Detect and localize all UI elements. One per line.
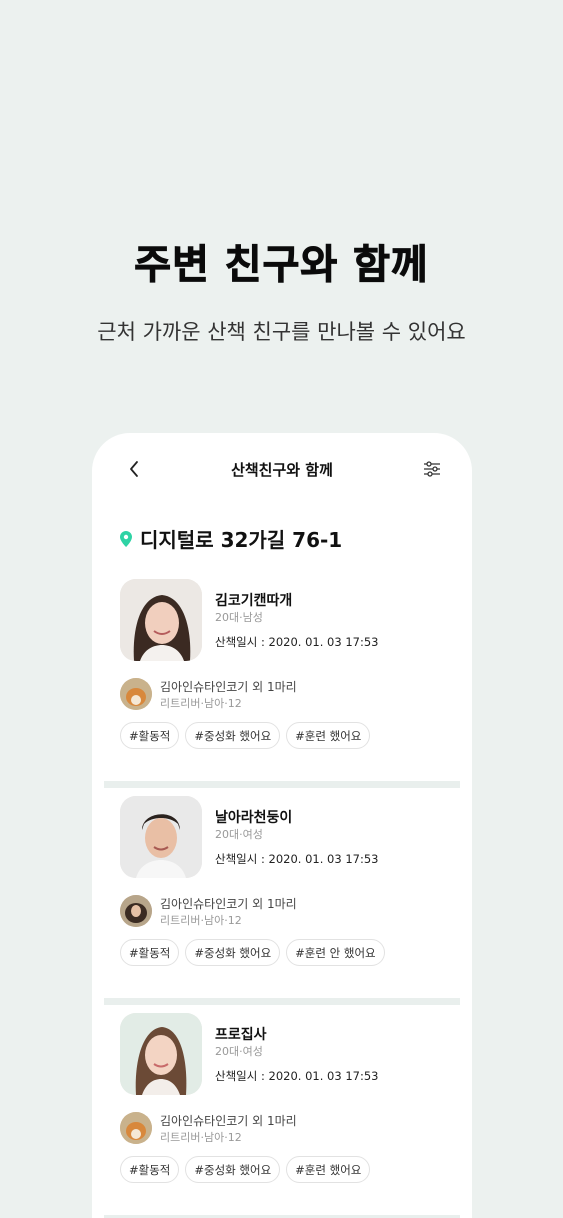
friend-name: 김코기캔따개 (215, 593, 293, 609)
tag-chip[interactable]: #중성화 했어요 (185, 1156, 281, 1183)
tag-chip[interactable]: #중성화 했어요 (185, 722, 281, 749)
walk-date: 산책일시 : 2020. 01. 03 17:53 (215, 852, 379, 866)
pet-name: 김아인슈타인코기 외 1마리 (160, 680, 297, 694)
tag-list: #활동적 #중성화 했어요 #훈련 했어요 (120, 1156, 371, 1183)
location-header: 디지털로 32가길 76-1 (120, 524, 342, 553)
tag-chip[interactable]: #훈련 했어요 (286, 722, 371, 749)
card-divider (104, 781, 460, 788)
friend-meta: 20대·남성 (215, 611, 263, 624)
friend-card[interactable]: 날아라천둥이 20대·여성 산책일시 : 2020. 01. 03 17:53 … (92, 788, 472, 1005)
friend-name: 프로집사 (215, 1027, 267, 1043)
hero-subtitle: 근처 가까운 산책 친구를 만나볼 수 있어요 (97, 320, 466, 344)
tag-list: #활동적 #중성화 했어요 #훈련 안 했어요 (120, 939, 385, 966)
filter-button[interactable] (420, 457, 444, 481)
location-pin-icon (120, 530, 132, 547)
top-bar: 산책친구와 함께 (92, 433, 472, 503)
pet-meta: 리트리버·남아·12 (160, 914, 242, 927)
walk-date: 산책일시 : 2020. 01. 03 17:53 (215, 635, 379, 649)
profile-photo (120, 796, 202, 878)
walk-date: 산책일시 : 2020. 01. 03 17:53 (215, 1069, 379, 1083)
friend-name: 날아라천둥이 (215, 810, 293, 826)
phone-screen: 산책친구와 함께 디지털로 32가길 76-1 김코기캔따개 20대·남성 산책… (92, 433, 472, 1218)
friend-card[interactable]: 프로집사 20대·여성 산책일시 : 2020. 01. 03 17:53 김아… (92, 1005, 472, 1218)
tag-chip[interactable]: #활동적 (120, 939, 180, 966)
pet-name: 김아인슈타인코기 외 1마리 (160, 897, 297, 911)
location-address: 디지털로 32가길 76-1 (140, 528, 343, 552)
tag-list: #활동적 #중성화 했어요 #훈련 했어요 (120, 722, 371, 749)
friend-meta: 20대·여성 (215, 828, 263, 841)
friend-meta: 20대·여성 (215, 1045, 263, 1058)
pet-meta: 리트리버·남아·12 (160, 1131, 242, 1144)
tag-chip[interactable]: #중성화 했어요 (185, 939, 281, 966)
pet-avatar (120, 895, 152, 927)
card-divider (104, 998, 460, 1005)
tag-chip[interactable]: #훈련 했어요 (286, 1156, 371, 1183)
friend-list: 김코기캔따개 20대·남성 산책일시 : 2020. 01. 03 17:53 … (92, 571, 472, 1218)
profile-photo (120, 1013, 202, 1095)
hero-title: 주변 친구와 함께 (134, 242, 429, 289)
tag-chip[interactable]: #훈련 안 했어요 (286, 939, 385, 966)
page-title: 산책친구와 함께 (231, 461, 333, 479)
pet-name: 김아인슈타인코기 외 1마리 (160, 1114, 297, 1128)
sliders-icon (424, 461, 440, 477)
pet-avatar (120, 1112, 152, 1144)
pet-avatar (120, 678, 152, 710)
friend-card[interactable]: 김코기캔따개 20대·남성 산책일시 : 2020. 01. 03 17:53 … (92, 571, 472, 788)
tag-chip[interactable]: #활동적 (120, 1156, 180, 1183)
profile-photo (120, 579, 202, 661)
tag-chip[interactable]: #활동적 (120, 722, 180, 749)
pet-meta: 리트리버·남아·12 (160, 697, 242, 710)
